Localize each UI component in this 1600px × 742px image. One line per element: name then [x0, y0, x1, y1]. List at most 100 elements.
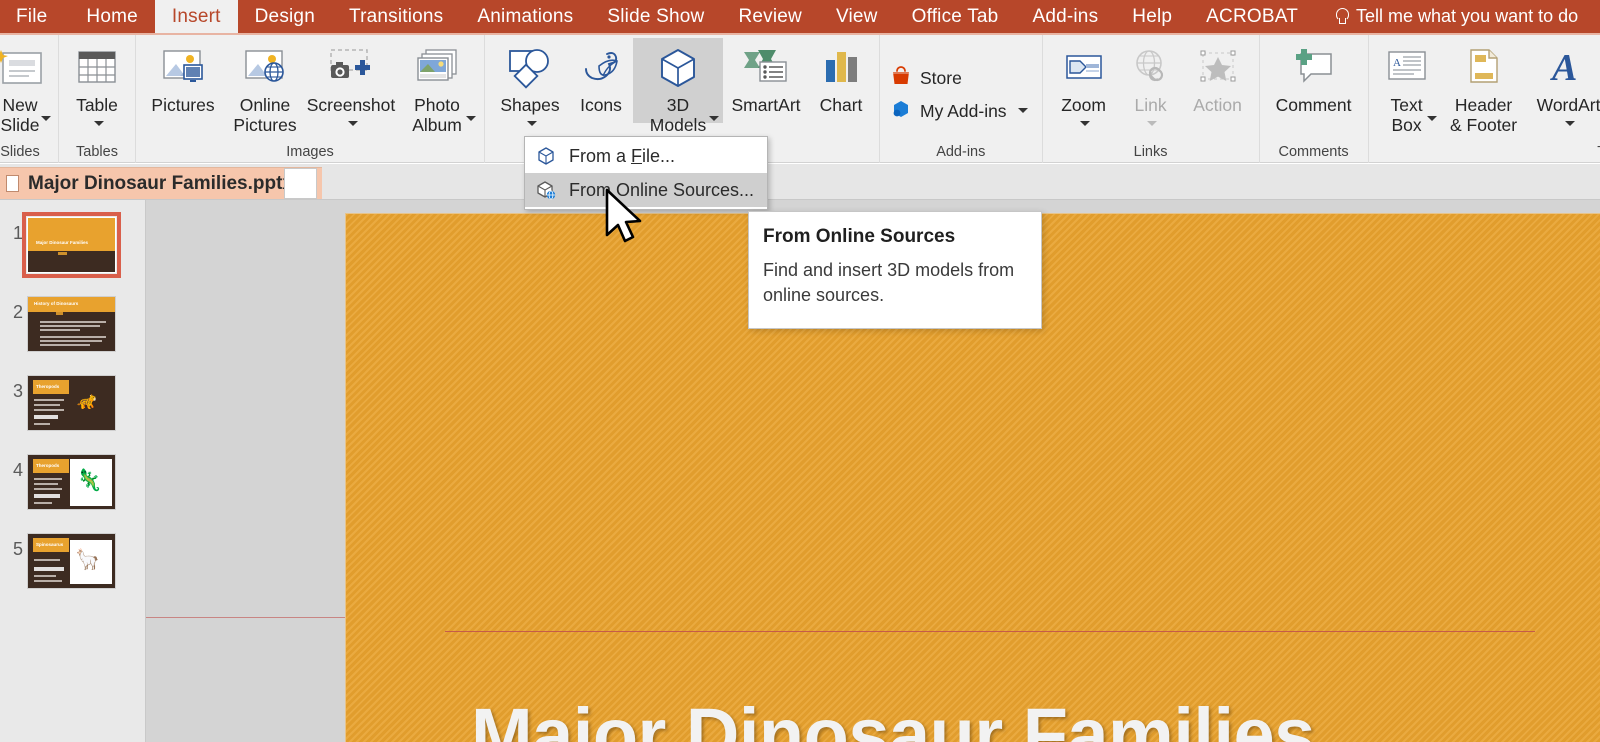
comment-button[interactable]: Comment [1266, 38, 1362, 115]
thumb-body-line [40, 336, 106, 338]
3d-models-button[interactable]: 3D Models [633, 38, 723, 123]
new-slide-label: New Slide [1, 95, 40, 135]
thumbnail-row-4[interactable]: 4 Theropods 🦎 [0, 454, 146, 533]
thumb-body-line [34, 488, 62, 490]
menu-item-from-online-sources-label: From Online Sources... [569, 180, 754, 201]
thumbnail-number: 2 [3, 302, 23, 323]
document-tab[interactable]: Major Dinosaur Families.pptx × [0, 167, 322, 199]
thumbnail-row-1[interactable]: 1 Major Dinosaur Families [0, 217, 146, 296]
text-box-caret-icon[interactable] [1427, 116, 1437, 121]
my-addins-button[interactable]: My Add-ins [886, 95, 1036, 128]
ribbon-tab-review[interactable]: Review [721, 0, 819, 33]
ribbon-tab-transitions[interactable]: Transitions [332, 0, 460, 33]
thumbnail-number: 1 [3, 223, 23, 244]
shapes-button[interactable]: Shapes [491, 38, 569, 134]
new-slide-caret-icon[interactable] [41, 116, 51, 121]
thumbnail-slide-2[interactable]: History of Dinosaurs [27, 296, 116, 352]
tooltip-body: Find and insert 3D models from online so… [763, 258, 1025, 308]
new-document-tab-button[interactable] [284, 168, 317, 199]
lightbulb-icon [1335, 8, 1348, 25]
thumb-body-line [40, 340, 102, 342]
3d-cube-online-icon [535, 180, 557, 200]
text-box-label: Text Box [1391, 95, 1423, 135]
thumbnail-slide-5[interactable]: Spinosaurus 🦙 [27, 533, 116, 589]
my-addins-caret-icon[interactable] [1018, 108, 1028, 113]
ribbon-group-links: Zoom [1042, 35, 1259, 163]
screenshot-button[interactable]: Screenshot [306, 38, 396, 134]
menu-item-from-a-file-label: From a File... [569, 146, 675, 167]
store-button[interactable]: Store [886, 62, 1036, 95]
menu-item-from-a-file[interactable]: From a File... [525, 139, 767, 173]
ribbon-tab-office-tab[interactable]: Office Tab [895, 0, 1016, 33]
ribbon-tab-view[interactable]: View [819, 0, 895, 33]
3d-models-dropdown-menu[interactable]: From a File... From Online Sources... [524, 136, 768, 210]
thumb-body-line [34, 494, 60, 498]
ribbon-tab-file[interactable]: File [0, 0, 69, 33]
icons-button[interactable]: Icons [569, 38, 633, 115]
menu-item-from-online-sources[interactable]: From Online Sources... [525, 173, 767, 207]
table-caret-icon[interactable] [94, 121, 104, 126]
wordart-button[interactable]: A WordArt [1529, 38, 1600, 134]
ribbon-tab-help[interactable]: Help [1115, 0, 1189, 33]
ribbon-group-comments: Comment Comments [1259, 35, 1368, 163]
zoom-caret-icon[interactable] [1080, 121, 1090, 126]
thumbnail-slide-1[interactable]: Major Dinosaur Families [27, 217, 116, 273]
icons-icon [577, 42, 625, 94]
photo-album-caret-icon[interactable] [466, 116, 476, 121]
thumbnail-slide-4[interactable]: Theropods 🦎 [27, 454, 116, 510]
ribbon-tab-acrobat[interactable]: ACROBAT [1189, 0, 1315, 33]
ribbon-group-addins: Store My Add-ins [879, 35, 1042, 163]
link-caret-icon [1147, 121, 1157, 126]
3d-models-icon [654, 42, 702, 94]
table-button[interactable]: Table [65, 38, 129, 134]
slide-thumbnail-pane[interactable]: 1 Major Dinosaur Families 2 History of D… [0, 200, 146, 742]
tell-me-search[interactable]: Tell me what you want to do [1315, 0, 1590, 33]
thumb-body-line [34, 478, 62, 480]
my-addins-label: My Add-ins [920, 101, 1007, 122]
icons-label: Icons [580, 95, 622, 115]
ribbon-tab-animations[interactable]: Animations [460, 0, 590, 33]
my-addins-icon [890, 98, 912, 125]
ribbon-tab-home[interactable]: Home [69, 0, 154, 33]
screenshot-caret-icon[interactable] [348, 121, 358, 126]
comment-icon [1289, 42, 1339, 94]
thumbnail-row-3[interactable]: 3 Theropods 🐆 [0, 375, 146, 454]
ribbon-tab-design[interactable]: Design [238, 0, 332, 33]
screenshot-icon [325, 42, 377, 94]
thumb-title-text: History of Dinosaurs [34, 301, 78, 306]
ribbon-tab-add-ins[interactable]: Add-ins [1015, 0, 1115, 33]
table-icon [74, 42, 120, 94]
thumb-body-line [34, 423, 50, 425]
thumbnail-number: 5 [3, 539, 23, 560]
wordart-caret-icon[interactable] [1565, 121, 1575, 126]
new-slide-button[interactable]: New Slide [0, 38, 52, 123]
slide-title-text[interactable]: Major Dinosaur Families [471, 692, 1571, 742]
ribbon-group-tables: Table Tables [58, 35, 135, 163]
header-footer-icon [1461, 42, 1507, 94]
photo-album-button[interactable]: Photo Album [396, 38, 478, 123]
ribbon-tab-slide-show[interactable]: Slide Show [590, 0, 721, 33]
thumbnail-row-5[interactable]: 5 Spinosaurus 🦙 [0, 533, 146, 612]
thumb-body-line [34, 409, 64, 411]
dino-illustration: 🐆 [76, 392, 97, 409]
online-pictures-button[interactable]: Online Pictures [224, 38, 306, 135]
ribbon-body: New Slide Slides [0, 33, 1600, 163]
3d-models-caret-icon[interactable] [709, 116, 719, 121]
thumbnail-row-2[interactable]: 2 History of Dinosaurs [0, 296, 146, 375]
thumb-title-text: Theropods [36, 463, 59, 468]
shapes-caret-icon[interactable] [527, 121, 537, 126]
thumb-body-line [34, 580, 62, 582]
text-box-button[interactable]: A Text Box [1375, 38, 1439, 123]
zoom-button[interactable]: Zoom [1049, 38, 1119, 134]
smartart-button[interactable]: SmartArt [723, 38, 809, 115]
thumb-accent [56, 312, 63, 315]
store-icon [890, 65, 912, 92]
chart-button[interactable]: Chart [809, 38, 873, 115]
thumbnail-slide-3[interactable]: Theropods 🐆 [27, 375, 116, 431]
pictures-label: Pictures [151, 95, 214, 115]
thumb-body-line [34, 559, 60, 561]
thumb-title-text: Theropods [36, 384, 59, 389]
ribbon-tab-insert[interactable]: Insert [155, 0, 238, 33]
pictures-button[interactable]: Pictures [142, 38, 224, 115]
header-footer-button[interactable]: Header & Footer [1439, 38, 1529, 135]
